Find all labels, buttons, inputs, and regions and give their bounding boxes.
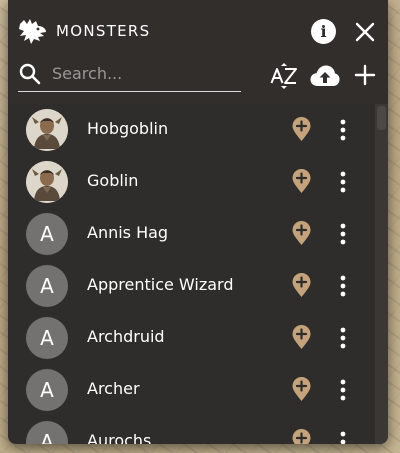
monsters-panel: MONSTERS i Search... Hobgoblin Goblin A … (8, 0, 388, 444)
more-options-icon[interactable] (332, 378, 354, 402)
list-item[interactable]: Goblin (8, 156, 374, 208)
add-to-map-pin-icon[interactable] (292, 377, 311, 402)
monster-name: Hobgoblin (87, 119, 169, 138)
list-item[interactable]: A Archdruid (8, 312, 374, 364)
add-to-map-pin-icon[interactable] (292, 169, 311, 194)
dragon-logo-icon (18, 17, 48, 47)
plus-icon[interactable] (354, 64, 376, 86)
add-to-map-pin-icon[interactable] (292, 273, 311, 298)
add-to-map-pin-icon[interactable] (292, 325, 311, 350)
add-to-map-pin-icon[interactable] (292, 429, 311, 444)
monster-name: Apprentice Wizard (87, 275, 234, 294)
list-item[interactable]: A Aurochs (8, 416, 374, 444)
more-options-icon[interactable] (332, 222, 354, 246)
more-options-icon[interactable] (332, 326, 354, 350)
more-options-icon[interactable] (332, 118, 354, 142)
scrollbar[interactable] (375, 104, 388, 444)
avatar: A (26, 213, 68, 255)
monster-name: Archdruid (87, 327, 165, 346)
search-box (18, 58, 241, 92)
panel-header: MONSTERS i (8, 0, 388, 104)
panel-title: MONSTERS (56, 22, 151, 40)
list-item[interactable]: A Annis Hag (8, 208, 374, 260)
add-to-map-pin-icon[interactable] (292, 221, 311, 246)
search-icon (18, 62, 42, 86)
more-options-icon[interactable] (332, 274, 354, 298)
avatar: A (26, 421, 68, 444)
search-input[interactable] (52, 60, 236, 86)
monster-name: Annis Hag (87, 223, 169, 242)
list-item[interactable]: Hobgoblin (8, 104, 374, 156)
avatar: A (26, 369, 68, 411)
avatar: A (26, 265, 68, 307)
scroll-thumb[interactable] (377, 106, 386, 130)
list-item[interactable]: A Archer (8, 364, 374, 416)
info-button[interactable]: i (311, 19, 336, 44)
monster-name: Aurochs (87, 431, 152, 444)
monster-list: Hobgoblin Goblin A Annis Hag A Apprentice Wiz… (8, 104, 388, 444)
monster-name: Goblin (87, 171, 139, 190)
more-options-icon[interactable] (332, 170, 354, 194)
close-icon[interactable] (353, 20, 377, 44)
list-item[interactable]: A Apprentice Wizard (8, 260, 374, 312)
more-options-icon[interactable] (332, 430, 354, 444)
sort-az-icon[interactable] (270, 62, 298, 90)
monster-name: Archer (87, 379, 140, 398)
avatar (26, 161, 68, 203)
add-to-map-pin-icon[interactable] (292, 117, 311, 142)
avatar (26, 109, 68, 151)
avatar: A (26, 317, 68, 359)
cloud-upload-icon[interactable] (310, 64, 340, 88)
